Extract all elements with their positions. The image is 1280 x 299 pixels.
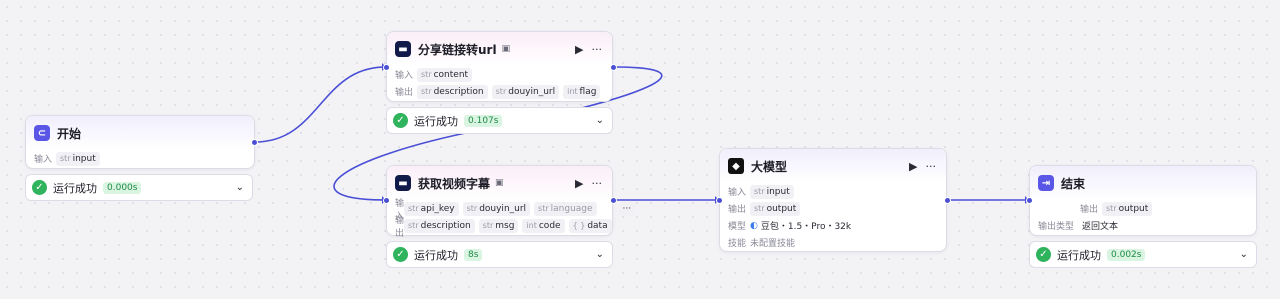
subtitle-node-header: ▬ 获取视频字幕 ▣ ▶ ··· [387,166,612,200]
llm-output-row: 输出 str output [720,200,946,217]
output-label: 输出 [1080,205,1099,215]
output-label: 输出 [395,88,414,98]
model-label: 模型 [728,222,747,232]
llm-icon: ◆ [728,158,744,174]
output-type-label: 输出类型 [1038,222,1075,232]
end-icon: ⇥ [1038,175,1054,191]
success-check-icon: ✓ [1036,247,1051,262]
share-node-header: ▬ 分享链接转url ▣ ▶ ··· [387,32,612,66]
chevron-down-icon[interactable]: ⌄ [1240,249,1248,260]
param-tag: int flag [563,84,601,99]
end-output-type-row: 输出类型 返回文本 [1030,217,1256,234]
llm-input-row: 输入 str input [720,183,946,200]
param-tag: { } data [568,218,612,233]
run-icon[interactable]: ▶ [909,161,917,172]
param-tag: str description [417,84,488,99]
end-input-port[interactable] [1026,197,1033,204]
param-tag: str description [404,218,475,233]
more-icon[interactable]: ··· [592,178,603,189]
model-value: 豆包・1.5・Pro・32k [760,222,852,232]
input-label: 输入 [34,155,53,165]
param-tag: str api_key [404,201,459,216]
start-node-title: 开始 [57,126,82,141]
more-icon[interactable]: ··· [592,44,603,55]
param-tag: str output [1102,201,1153,216]
start-icon: ⊂ [34,125,50,141]
status-text: 运行成功 [414,114,458,128]
plugin-badge-icon: ▣ [495,178,504,188]
end-run-status[interactable]: ✓ 运行成功 0.002s ⌄ [1029,241,1257,268]
status-text: 运行成功 [1057,248,1101,262]
workflow-canvas[interactable]: ⊂ 开始 输入 str input ✓ 运行成功 0.000s ⌄ ▬ 分享链接转… [0,0,1280,299]
start-output-port[interactable] [251,139,258,146]
subtitle-output-port[interactable] [610,197,617,204]
run-icon[interactable]: ▶ [575,178,583,189]
skill-label: 技能 [728,239,747,249]
start-input-row: 输入 str input [26,150,254,167]
param-tag: str douyin_url [462,201,531,216]
status-time-badge: 0.107s [464,114,503,127]
share-link-node[interactable]: ▬ 分享链接转url ▣ ▶ ··· 输入 str content 输出 str d… [386,31,613,102]
llm-model-row: 模型 ◐ 豆包・1.5・Pro・32k [720,217,946,234]
status-time-badge: 8s [464,248,483,261]
run-icon[interactable]: ▶ [575,44,583,55]
end-output-row: 输出 str output [1030,200,1256,217]
share-node-title: 分享链接转url [418,42,497,57]
doubao-model-icon: ◐ [750,220,758,231]
share-input-row: 输入 str content [387,66,612,83]
output-type-value: 返回文本 [1082,222,1119,232]
end-node-header: ⇥ 结束 [1030,166,1256,200]
success-check-icon: ✓ [32,180,47,195]
subtitle-input-row: 输入 str api_key str douyin_url str language … [387,199,636,222]
llm-node[interactable]: ◆ 大模型 ▶ ··· 输入 str input 输出 str output 模型 … [719,148,947,252]
input-label: 输入 [395,71,414,81]
subtitle-input-port[interactable] [383,197,390,204]
start-node-header: ⊂ 开始 [26,116,254,150]
param-tag: str content [417,67,473,82]
chevron-down-icon[interactable]: ⌄ [596,249,604,260]
share-run-status[interactable]: ✓ 运行成功 0.107s ⌄ [386,107,613,134]
subtitle-node-title: 获取视频字幕 [418,176,491,191]
param-tag: str language [534,201,597,216]
llm-node-header: ◆ 大模型 ▶ ··· [720,149,946,183]
skill-value: 未配置技能 [750,239,796,249]
share-input-port[interactable] [383,64,390,71]
more-params-button[interactable]: ··· [618,201,636,216]
share-output-row: 输出 str description str douyin_url int flag [387,83,612,100]
llm-node-title: 大模型 [751,159,788,174]
input-label: 输入 [728,188,747,198]
param-tag: str input [56,151,100,166]
llm-skill-row: 技能 未配置技能 [720,234,946,251]
edge-start-to-share [254,66,387,143]
param-tag: str msg [478,218,519,233]
llm-input-port[interactable] [716,197,723,204]
subtitle-run-status[interactable]: ✓ 运行成功 8s ⌄ [386,241,613,268]
param-tag: str output [750,201,801,216]
status-text: 运行成功 [53,181,97,195]
success-check-icon: ✓ [393,113,408,128]
start-run-status[interactable]: ✓ 运行成功 0.000s ⌄ [25,174,253,201]
plugin-badge-icon: ▣ [501,44,511,54]
status-time-badge: 0.000s [103,181,142,194]
success-check-icon: ✓ [393,247,408,262]
output-label: 输出 [395,215,405,239]
plugin-icon: ▬ [395,41,411,57]
end-node[interactable]: ⇥ 结束 输出 str output 输出类型 返回文本 [1029,165,1257,236]
param-tag: int code [522,218,565,233]
chevron-down-icon[interactable]: ⌄ [596,115,604,126]
end-node-title: 结束 [1061,176,1086,191]
subtitle-node[interactable]: ▬ 获取视频字幕 ▣ ▶ ··· 输入 str api_key str douyin… [386,165,636,239]
status-time-badge: 0.002s [1107,248,1146,261]
param-tag: str input [750,184,794,199]
output-label: 输出 [728,205,747,215]
subtitle-output-row: 输出 str description str msg int code { } data [387,216,612,239]
start-node[interactable]: ⊂ 开始 输入 str input [25,115,255,169]
param-tag: str douyin_url [491,84,560,99]
chevron-down-icon[interactable]: ⌄ [236,182,244,193]
more-icon[interactable]: ··· [926,161,937,172]
llm-output-port[interactable] [944,197,951,204]
status-text: 运行成功 [414,248,458,262]
share-output-port[interactable] [610,64,617,71]
plugin-icon: ▬ [395,175,411,191]
